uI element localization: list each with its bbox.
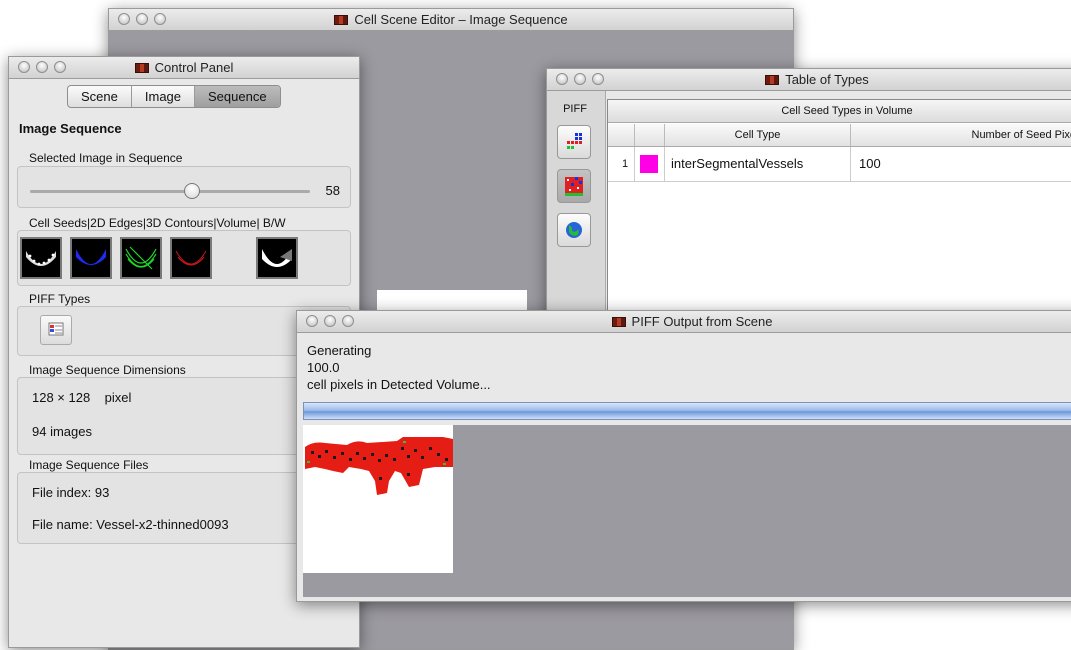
cell-type-color-swatch[interactable]	[640, 155, 658, 173]
piff-types-label: PIFF Types	[29, 292, 91, 306]
grid-seeds-button[interactable]	[557, 125, 591, 159]
close-button[interactable]	[118, 13, 130, 25]
volume-grid-icon	[565, 177, 583, 196]
app-icon	[765, 75, 780, 85]
files-label: Image Sequence Files	[29, 458, 149, 472]
bw-thumbnail[interactable]	[256, 237, 298, 279]
minimize-button[interactable]	[324, 315, 336, 327]
zoom-button[interactable]	[342, 315, 354, 327]
tab-sequence[interactable]: Sequence	[195, 86, 280, 107]
piff-types-button[interactable]	[40, 315, 72, 345]
dimensions-size: 128 × 128 pixel	[32, 390, 131, 405]
globe-icon	[566, 222, 582, 238]
piff-output-window: PIFF Output from Scene Generating 100.0 …	[296, 310, 1071, 602]
thumbnail-group	[17, 230, 351, 286]
header-cell-type[interactable]: Cell Type	[664, 124, 850, 146]
status-line-1: Generating	[307, 343, 372, 358]
globe-button[interactable]	[557, 213, 591, 247]
zoom-button[interactable]	[54, 61, 66, 73]
zoom-button[interactable]	[592, 73, 604, 85]
piff-titlebar[interactable]: PIFF Output from Scene	[297, 311, 1071, 333]
header-index	[616, 124, 634, 146]
editor-title: Cell Scene Editor – Image Sequence	[354, 12, 568, 27]
table-caption: Cell Seed Types in Volume	[608, 100, 1071, 123]
sequence-slider-track[interactable]	[30, 190, 310, 193]
piff-output-canvas	[303, 425, 1071, 597]
piff-sidebar-label: PIFF	[563, 103, 587, 115]
header-seed-pixels[interactable]: Number of Seed Pixels	[850, 124, 1071, 146]
3d-contours-thumbnail[interactable]	[120, 237, 162, 279]
seed-grid-icon	[567, 133, 582, 149]
dimensions-unit: pixel	[104, 390, 132, 405]
types-titlebar[interactable]: Table of Types	[547, 69, 1071, 91]
close-button[interactable]	[556, 73, 568, 85]
table-header: Cell Type Number of Seed Pixels	[608, 124, 1071, 147]
dimensions-size-value: 128 × 128	[32, 390, 91, 405]
cell-seeds-thumbnail[interactable]	[20, 237, 62, 279]
row-color-cell	[634, 147, 664, 181]
section-title: Image Sequence	[19, 121, 122, 136]
volume-seeds-button[interactable]	[557, 169, 591, 203]
window-controls	[306, 315, 354, 327]
app-icon	[611, 317, 626, 327]
piff-output-image	[303, 425, 453, 573]
volume-thumbnail[interactable]	[170, 237, 212, 279]
window-controls	[118, 13, 166, 25]
control-titlebar[interactable]: Control Panel	[9, 57, 359, 79]
app-icon	[334, 15, 349, 25]
dimensions-label: Image Sequence Dimensions	[29, 363, 186, 377]
thumbnails-label: Cell Seeds|2D Edges|3D Contours|Volume| …	[29, 216, 286, 230]
header-color	[634, 124, 664, 146]
piff-body: Generating 100.0 cell pixels in Detected…	[297, 333, 1071, 601]
progress-bar	[303, 402, 1071, 420]
minimize-button[interactable]	[574, 73, 586, 85]
tab-bar: Scene Image Sequence	[67, 85, 281, 108]
minimize-button[interactable]	[136, 13, 148, 25]
window-controls	[556, 73, 604, 85]
control-title: Control Panel	[154, 60, 234, 75]
zoom-button[interactable]	[154, 13, 166, 25]
table-row[interactable]: 1 interSegmentalVessels 100	[608, 147, 1071, 182]
file-name: File name: Vessel-x2-thinned0093	[32, 517, 229, 532]
tab-scene[interactable]: Scene	[68, 86, 132, 107]
status-line-3: cell pixels in Detected Volume...	[307, 377, 491, 392]
row-cell-type[interactable]: interSegmentalVessels	[664, 147, 850, 181]
table-icon	[48, 322, 64, 336]
editor-titlebar[interactable]: Cell Scene Editor – Image Sequence	[109, 9, 793, 31]
status-line-2: 100.0	[307, 360, 340, 375]
slider-label: Selected Image in Sequence	[29, 151, 183, 165]
slider-value: 58	[325, 183, 340, 198]
window-controls	[18, 61, 66, 73]
slider-group: 58	[17, 166, 351, 208]
file-index: File index: 93	[32, 485, 110, 500]
minimize-button[interactable]	[36, 61, 48, 73]
sequence-slider-knob[interactable]	[184, 183, 201, 199]
row-seed-pixels[interactable]: 100	[850, 147, 1071, 181]
row-index: 1	[621, 158, 629, 170]
close-button[interactable]	[18, 61, 30, 73]
piff-title: PIFF Output from Scene	[631, 314, 773, 329]
types-title: Table of Types	[785, 72, 869, 87]
2d-edges-thumbnail[interactable]	[70, 237, 112, 279]
app-icon	[134, 63, 149, 73]
tab-image[interactable]: Image	[132, 86, 196, 107]
image-count: 94 images	[32, 424, 92, 439]
close-button[interactable]	[306, 315, 318, 327]
